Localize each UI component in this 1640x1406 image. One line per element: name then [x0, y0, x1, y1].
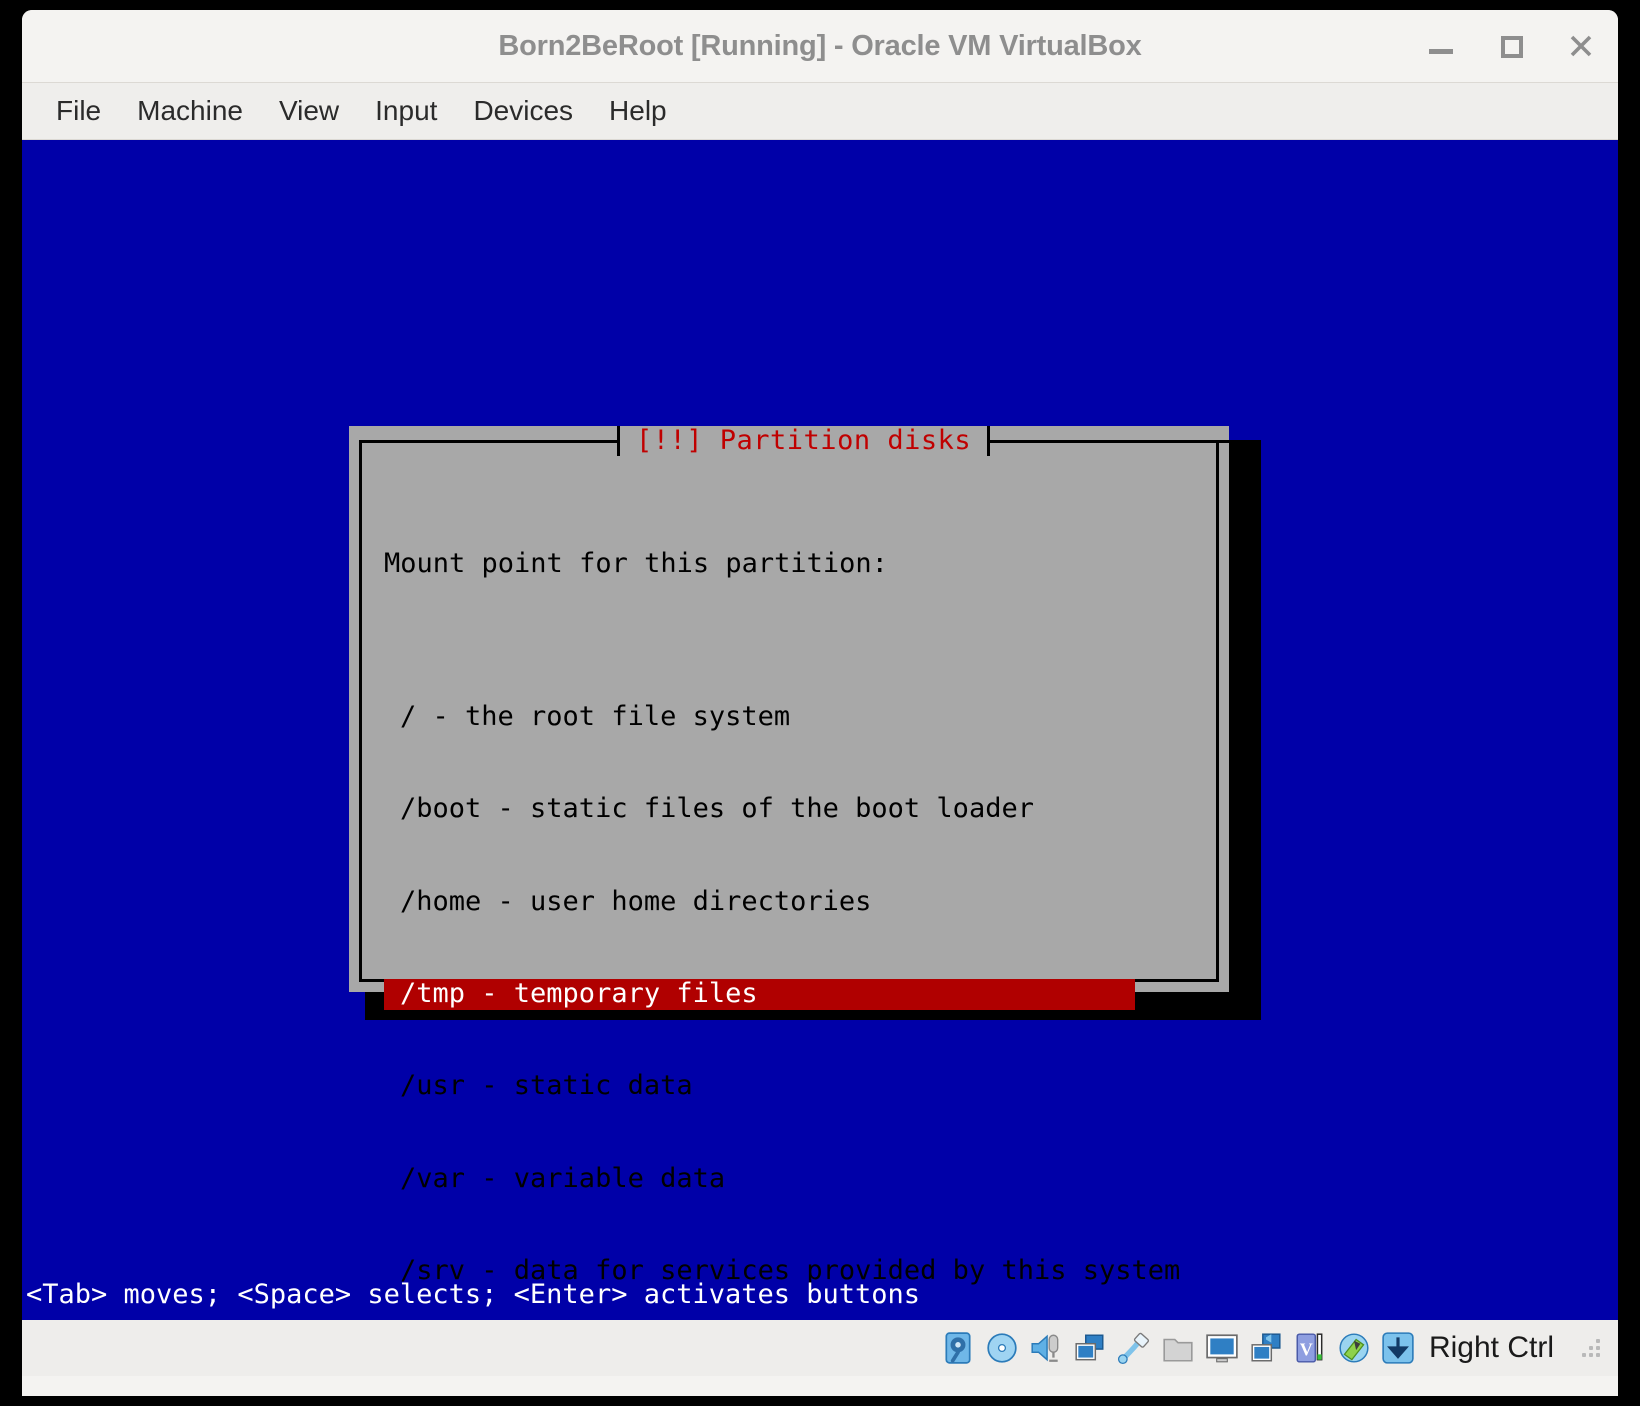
mount-option-usr[interactable]: /usr - static data — [384, 1071, 1216, 1102]
dialog-body: Mount point for this partition: / - the … — [362, 443, 1216, 1286]
partition-disks-dialog: Mount point for this partition: / - the … — [349, 426, 1243, 1286]
minimize-button[interactable] — [1428, 33, 1454, 59]
hard-disk-icon[interactable] — [941, 1331, 975, 1365]
mount-option-boot[interactable]: /boot - static files of the boot loader — [384, 793, 1216, 825]
dialog-titlebar: [!!] Partition disks — [359, 426, 1243, 456]
mount-option-var[interactable]: /var - variable data — [384, 1163, 1216, 1195]
menu-help[interactable]: Help — [591, 91, 685, 131]
host-key-label: Right Ctrl — [1428, 1331, 1554, 1364]
dialog-title-rule-left — [359, 439, 617, 443]
statusbar-icons: V — [941, 1331, 1415, 1365]
vm-screen[interactable]: Mount point for this partition: / - the … — [22, 140, 1618, 1320]
dialog-title: [!!] Partition disks — [620, 426, 988, 456]
menu-input[interactable]: Input — [357, 91, 455, 131]
window-controls — [1428, 10, 1594, 82]
display-icon[interactable] — [1205, 1331, 1239, 1365]
close-button[interactable] — [1568, 33, 1594, 59]
virtualbox-window: Born2BeRoot [Running] - Oracle VM Virtua… — [22, 10, 1618, 1396]
optical-disk-icon[interactable] — [985, 1331, 1019, 1365]
mount-option-tmp[interactable]: /tmp - temporary files — [384, 978, 1135, 1010]
statusbar: V Right Ctrl — [22, 1320, 1618, 1376]
close-icon — [1570, 35, 1592, 57]
svg-text:V: V — [1300, 1339, 1313, 1359]
window-titlebar: Born2BeRoot [Running] - Oracle VM Virtua… — [22, 10, 1618, 83]
menubar: File Machine View Input Devices Help — [22, 83, 1618, 140]
dialog-title-rule-right — [990, 439, 1243, 443]
virtualization-icon[interactable]: V — [1293, 1331, 1327, 1365]
menu-file[interactable]: File — [38, 91, 119, 131]
mount-option-home[interactable]: /home - user home directories — [384, 886, 1216, 918]
resize-grip[interactable] — [1576, 1333, 1606, 1363]
network-icon[interactable] — [1073, 1331, 1107, 1365]
menu-view[interactable]: View — [261, 91, 357, 131]
mouse-integration-icon[interactable] — [1337, 1331, 1371, 1365]
shared-folders-icon[interactable] — [1161, 1331, 1195, 1365]
usb-icon[interactable] — [1117, 1331, 1151, 1365]
menu-devices[interactable]: Devices — [455, 91, 591, 131]
window-title: Born2BeRoot [Running] - Oracle VM Virtua… — [498, 29, 1142, 62]
menu-machine[interactable]: Machine — [119, 91, 261, 131]
audio-icon[interactable] — [1029, 1331, 1063, 1365]
mount-option-root[interactable]: / - the root file system — [384, 701, 1216, 733]
maximize-button[interactable] — [1498, 33, 1524, 59]
host-key-icon[interactable] — [1381, 1331, 1415, 1365]
dialog-frame: Mount point for this partition: / - the … — [359, 440, 1219, 1286]
dialog-prompt: Mount point for this partition: — [384, 547, 888, 579]
installer-help-line: <Tab> moves; <Space> selects; <Enter> ac… — [26, 1279, 921, 1310]
recording-icon[interactable] — [1249, 1331, 1283, 1365]
